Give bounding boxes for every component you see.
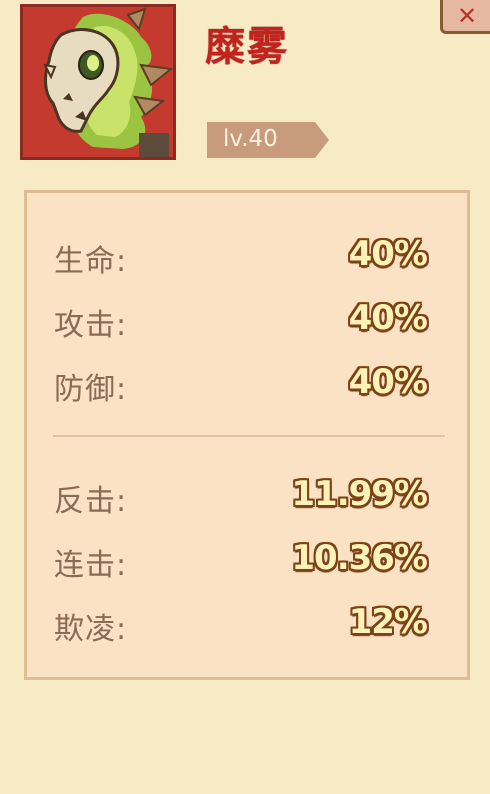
stat-label: 欺凌: — [54, 612, 128, 647]
skull-dragon-icon — [43, 7, 173, 157]
close-icon: ✕ — [457, 2, 478, 30]
character-portrait — [20, 4, 176, 160]
level-badge: lv.40 — [207, 122, 329, 158]
stat-row-hp: 生命: 40% — [27, 234, 467, 284]
level-text: lv.40 — [223, 126, 278, 152]
stat-value: 40% — [348, 362, 428, 402]
character-name: 糜雾 — [205, 24, 289, 70]
stat-label: 生命: — [54, 244, 128, 279]
stats-panel: 生命: 40% 攻击: 40% 防御: 40% 反击: 11.99% 连击: 1… — [24, 190, 470, 680]
stat-row-attack: 攻击: 40% — [27, 298, 467, 348]
stat-value: 11.99% — [291, 474, 428, 514]
stat-value: 12% — [348, 602, 428, 642]
divider — [53, 435, 445, 437]
stat-row-bully: 欺凌: 12% — [27, 602, 467, 652]
stat-label: 攻击: — [54, 308, 128, 343]
stat-row-combo: 连击: 10.36% — [27, 538, 467, 588]
close-button[interactable]: ✕ — [440, 0, 490, 34]
stat-label: 连击: — [54, 548, 128, 583]
stat-label: 防御: — [54, 372, 128, 407]
stat-row-defense: 防御: 40% — [27, 362, 467, 412]
stat-value: 40% — [348, 234, 428, 274]
stat-value: 10.36% — [291, 538, 428, 578]
stat-label: 反击: — [54, 484, 128, 519]
stat-value: 40% — [348, 298, 428, 338]
stat-row-counter: 反击: 11.99% — [27, 474, 467, 524]
